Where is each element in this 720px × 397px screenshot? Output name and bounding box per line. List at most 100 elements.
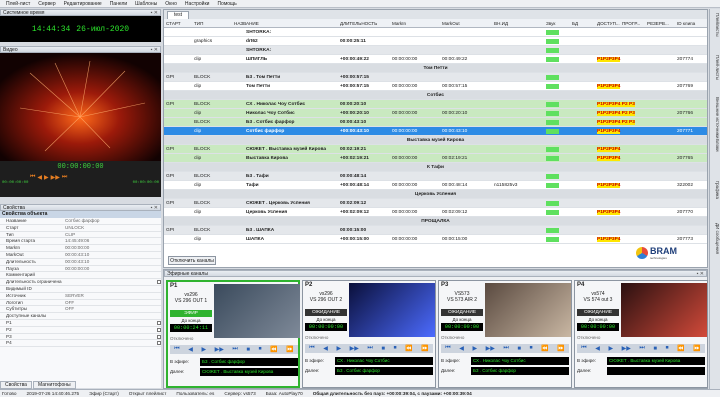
menu-help[interactable]: Помощь bbox=[213, 1, 240, 7]
step-forward-icon[interactable]: ▶▶ bbox=[51, 174, 60, 181]
step-back-icon[interactable]: ◀ bbox=[37, 174, 42, 181]
side-tab[interactable]: Блоки bbox=[711, 139, 720, 152]
column-header[interactable]: ДОСТУП... bbox=[597, 21, 620, 26]
property-value[interactable]: 00:00:00:00 bbox=[65, 266, 161, 272]
stop2-icon[interactable]: ⏹ bbox=[666, 345, 669, 352]
group-separator[interactable]: Выставка музей Кирова bbox=[164, 136, 707, 145]
stop2-icon[interactable]: ⏹ bbox=[530, 345, 533, 352]
group-separator[interactable]: Церковь Успения bbox=[164, 190, 707, 199]
property-value[interactable] bbox=[65, 334, 156, 340]
play-icon[interactable]: ▶ bbox=[472, 345, 477, 352]
checkbox[interactable] bbox=[157, 341, 161, 346]
menu-templates[interactable]: Шаблоны bbox=[131, 1, 161, 7]
table-row[interactable]: GPI BLOCK СЮЖЕТ . Выставка музей Кирова 00:… bbox=[164, 145, 707, 154]
property-value[interactable]: SERVER bbox=[65, 293, 161, 299]
table-row[interactable]: GPI BLOCK Б3 . ШАПКА 00:00:15:00 bbox=[164, 226, 707, 235]
first-icon[interactable]: ⏮ bbox=[174, 346, 179, 353]
last-icon[interactable]: ⏭ bbox=[232, 346, 237, 353]
table-row[interactable]: graphics drt62 00:00:25:11 bbox=[164, 37, 707, 46]
last-icon[interactable]: ⏭ bbox=[503, 345, 508, 352]
side-tab[interactable]: Плейлисты bbox=[711, 13, 720, 37]
disable-channels-button[interactable]: Отключить каналы bbox=[168, 256, 216, 265]
menu-edit[interactable]: Редактирование bbox=[60, 1, 106, 7]
tab-recorders[interactable]: Магнитофоны bbox=[32, 381, 76, 389]
side-tab[interactable]: ДИ сообщения bbox=[711, 223, 720, 254]
stop-icon[interactable]: ■ bbox=[653, 346, 657, 352]
checkbox[interactable] bbox=[157, 327, 161, 332]
play-icon[interactable]: ▶ bbox=[608, 345, 613, 352]
forward-icon[interactable]: ⏩ bbox=[421, 345, 428, 352]
column-header[interactable]: ВН.ИД bbox=[494, 21, 508, 26]
tab-properties[interactable]: Свойства bbox=[0, 381, 32, 389]
channel-card[interactable]: P1 vs296 VS 296 OUT 1 ЭФИР До конца 00:00:24:… bbox=[166, 280, 300, 388]
first-icon[interactable]: ⏮ bbox=[581, 345, 586, 352]
table-row[interactable]: BLOCK Б3 . Сотбис фарфор 00:00:43:10 P1P2P3… bbox=[164, 118, 707, 127]
column-header[interactable]: MarkIn bbox=[392, 21, 406, 26]
prev-icon[interactable]: ◀ bbox=[188, 346, 193, 353]
property-value[interactable] bbox=[65, 320, 156, 326]
tab-test[interactable]: test bbox=[167, 11, 190, 19]
column-header[interactable]: ID клипа bbox=[677, 21, 695, 26]
property-value[interactable]: Сотбис фарфор bbox=[65, 218, 161, 224]
next-icon[interactable]: ▶▶ bbox=[486, 345, 495, 352]
property-value[interactable]: 00:00:43:10 bbox=[65, 259, 161, 265]
rewind-icon[interactable]: ⏪ bbox=[405, 345, 412, 352]
forward-icon[interactable]: ⏩ bbox=[557, 345, 564, 352]
property-value[interactable]: 00:00:43:10 bbox=[65, 252, 161, 258]
table-row[interactable]: clip ШАПКА +00:00:15:00 00:00:00:00 00:00:15… bbox=[164, 235, 707, 244]
panel-close-icon[interactable]: ▪ ✕ bbox=[151, 205, 160, 211]
table-row[interactable]: clip Церковь Успения +00:02:09:12 00:00:00:… bbox=[164, 208, 707, 217]
column-header[interactable]: Звук bbox=[546, 21, 555, 26]
play-icon[interactable]: ▶ bbox=[336, 345, 341, 352]
column-header[interactable]: РЕЗЕРВ... bbox=[647, 21, 669, 26]
stop-icon[interactable]: ■ bbox=[381, 346, 385, 352]
prev-icon[interactable]: ◀ bbox=[459, 345, 464, 352]
column-header[interactable]: ПРОГР... bbox=[622, 21, 640, 26]
column-header[interactable]: ТИП bbox=[194, 21, 203, 26]
property-value[interactable]: 14:45:49:06 bbox=[65, 238, 161, 244]
property-value[interactable] bbox=[65, 279, 156, 285]
play-icon[interactable]: ▶ bbox=[44, 174, 49, 181]
panel-close-icon[interactable]: ▪ ✕ bbox=[151, 47, 160, 53]
table-row[interactable]: GPI BLOCK Б3 . Том Петти +00:00:57:15 bbox=[164, 73, 707, 82]
table-row[interactable]: GPI BLOCK Б3 . Тафи 00:00:48:14 bbox=[164, 172, 707, 181]
group-separator[interactable]: Том Петти bbox=[164, 64, 707, 73]
table-row[interactable]: GPI BLOCK СЮЖЕТ . Церковь Успения 00:02:09:… bbox=[164, 199, 707, 208]
property-value[interactable]: OFF bbox=[65, 300, 161, 306]
channel-card[interactable]: P4 vs574 VS 574 out 3 ОЖИДАНИЕ До конца 00:00… bbox=[574, 280, 708, 388]
property-value[interactable] bbox=[65, 272, 161, 278]
group-separator[interactable]: ПРОЩАЛКА bbox=[164, 217, 707, 226]
play-icon[interactable]: ▶ bbox=[201, 346, 206, 353]
table-row[interactable]: clip ШПИГЛЬ +00:00:49:22 00:00:00:00 00:00:4… bbox=[164, 55, 707, 64]
next-icon[interactable]: ▶▶ bbox=[622, 345, 631, 352]
property-value[interactable] bbox=[65, 340, 156, 346]
stop2-icon[interactable]: ⏹ bbox=[259, 346, 262, 353]
table-row[interactable]: clip Сотбис фарфор +00:00:43:10 00:00:00:00… bbox=[164, 127, 707, 136]
table-row[interactable]: clip Николас Чоу Сотбис +00:00:20:10 00:00:… bbox=[164, 109, 707, 118]
side-tab[interactable]: Графика bbox=[711, 181, 720, 199]
rewind-icon[interactable]: ⏪ bbox=[677, 345, 684, 352]
to-start-icon[interactable]: ⏮ bbox=[30, 174, 35, 181]
column-header[interactable]: ДЛИТЕЛЬНОСТЬ bbox=[340, 21, 377, 26]
side-tab[interactable]: Внешние источники bbox=[711, 97, 720, 138]
property-value[interactable] bbox=[65, 313, 161, 319]
prev-icon[interactable]: ◀ bbox=[595, 345, 600, 352]
panel-close-icon[interactable]: ▪ ✕ bbox=[697, 271, 706, 277]
table-row[interactable]: SHTORKA: bbox=[164, 46, 707, 55]
menu-window[interactable]: Окно bbox=[161, 1, 181, 7]
property-value[interactable]: UNLOCK bbox=[65, 225, 161, 231]
table-row[interactable]: GPI BLOCK СХ . Николас Чоу Сотбис 00:00:20:… bbox=[164, 100, 707, 109]
to-end-icon[interactable]: ⏭ bbox=[62, 174, 67, 181]
menu-panels[interactable]: Панели bbox=[106, 1, 131, 7]
column-header[interactable]: MarkOut bbox=[442, 21, 460, 26]
stop-icon[interactable]: ■ bbox=[517, 346, 521, 352]
channel-card[interactable]: P2 vs296 VS 296 OUT 2 ОЖИДАНИЕ До конца 00:00… bbox=[302, 280, 436, 388]
group-separator[interactable]: Сотбис bbox=[164, 91, 707, 100]
property-value[interactable]: CLIP bbox=[65, 232, 161, 238]
column-header[interactable]: НАЗВАНИЕ bbox=[234, 21, 259, 26]
menu-server[interactable]: Сервер bbox=[34, 1, 59, 7]
first-icon[interactable]: ⏮ bbox=[309, 345, 314, 352]
column-header[interactable]: БД bbox=[572, 21, 578, 26]
group-separator[interactable]: К Тафи bbox=[164, 163, 707, 172]
stop2-icon[interactable]: ⏹ bbox=[394, 345, 397, 352]
